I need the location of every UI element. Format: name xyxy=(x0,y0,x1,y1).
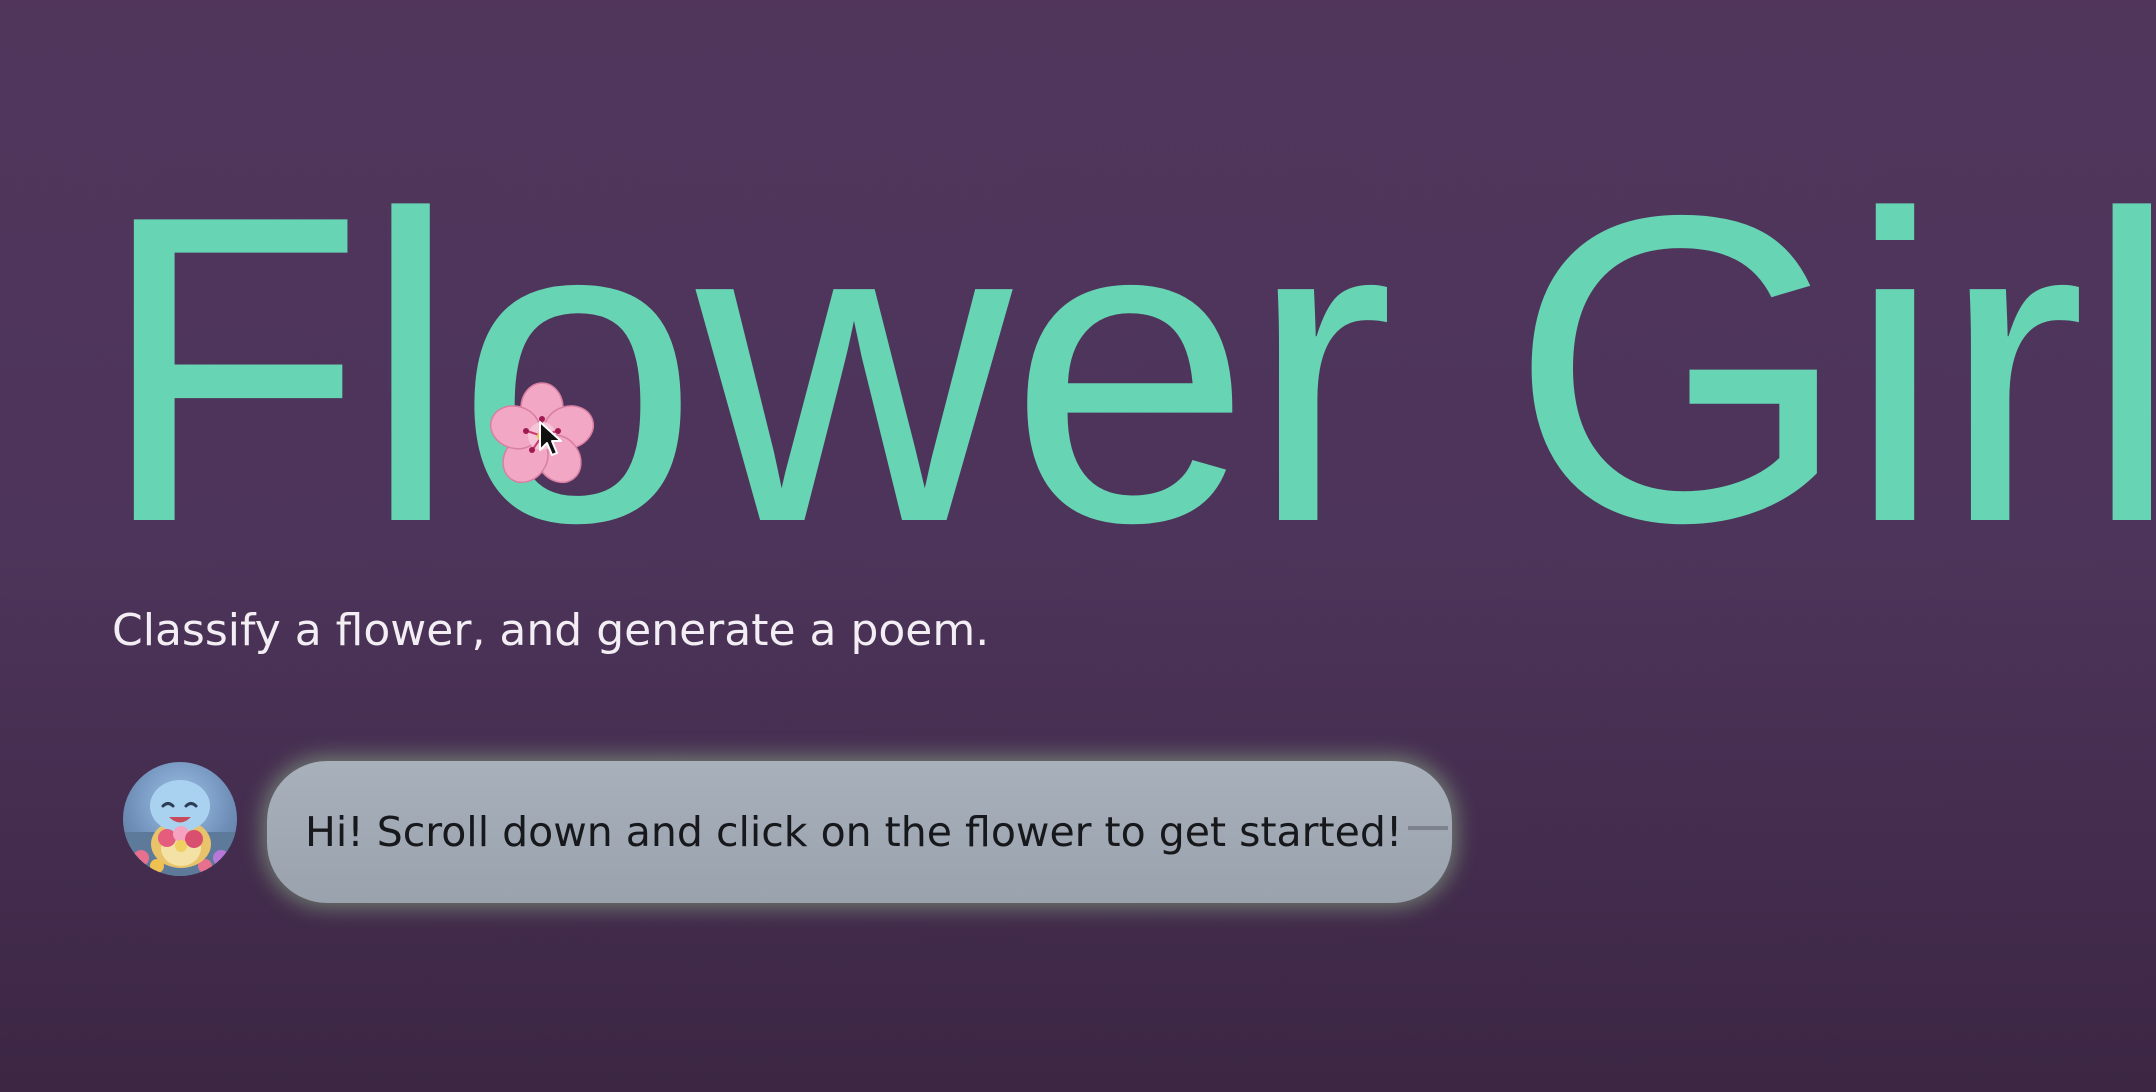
typing-caret xyxy=(1408,826,1449,830)
chat-bubble: Hi! Scroll down and click on the flower … xyxy=(267,761,1452,903)
squirtle-avatar xyxy=(123,762,237,876)
page-subtitle: Classify a flower, and generate a poem. xyxy=(112,605,990,656)
chat-message: Hi! Scroll down and click on the flower … xyxy=(305,808,1403,856)
page-title: Flower Girl xyxy=(98,124,2156,613)
mouse-pointer-icon xyxy=(538,420,564,458)
